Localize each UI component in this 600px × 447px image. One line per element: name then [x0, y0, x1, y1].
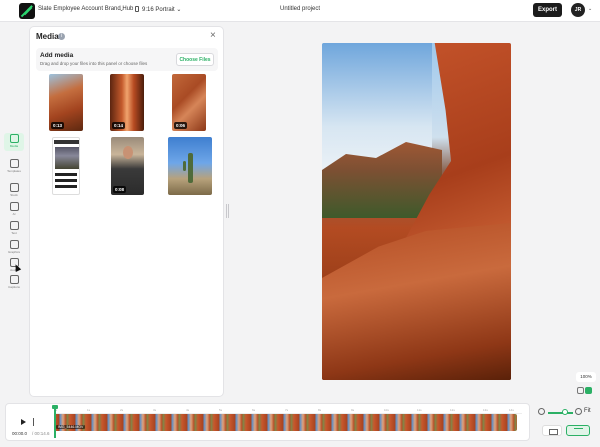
ruler-tick: 8s	[318, 408, 322, 412]
user-avatar[interactable]: JR	[571, 3, 585, 17]
current-time: 00:00.0	[12, 431, 28, 436]
ruler-tick: 3s	[153, 408, 157, 412]
cactus-shape	[183, 161, 186, 171]
aspect-ratio-selector[interactable]: 9:16 Portrait ⌄	[135, 6, 181, 13]
timeline-zoom-control: Fit	[538, 408, 596, 420]
video-canvas[interactable]	[322, 43, 511, 380]
text-icon	[9, 221, 19, 230]
sidebar-item-media[interactable]: Media	[4, 133, 24, 151]
dropzone-hint: Drag and drop your files into this panel…	[40, 61, 148, 66]
sidebar-item-captions[interactable]: Captions	[4, 274, 24, 292]
ruler-tick: 10s	[384, 408, 389, 412]
panel-resize-handle[interactable]	[226, 204, 229, 218]
sidebar-item-text[interactable]: Text	[4, 220, 24, 238]
media-thumbnail[interactable]	[52, 137, 80, 195]
media-icon	[9, 134, 19, 143]
media-panel: Media i × Add media Drag and drop your f…	[29, 26, 224, 397]
ruler-tick: 14s	[509, 408, 514, 412]
sidebar-item-stock[interactable]: Stock	[4, 182, 24, 200]
canvas-zoom-level[interactable]: 100%	[576, 372, 596, 382]
sidebar-item-label: Media	[9, 144, 19, 148]
sidebar-item-label: Graphics	[7, 250, 20, 254]
chevron-down-icon[interactable]: ⌄	[588, 6, 592, 12]
duration-badge: 0:08	[113, 186, 127, 193]
app-logo-icon[interactable]	[19, 3, 35, 19]
play-icon[interactable]	[21, 419, 26, 425]
media-thumbnail[interactable]: 0:13	[49, 74, 83, 131]
media-thumbnail[interactable]	[168, 137, 212, 195]
export-button[interactable]: Export	[533, 3, 562, 17]
person-face	[123, 146, 133, 159]
duration-badge: 0:06	[174, 122, 188, 129]
top-bar: Slate Employee Account Brand Hub ⌄ 9:16 …	[0, 0, 600, 22]
sidebar-item-label: Stock	[10, 193, 18, 197]
split-icon[interactable]	[33, 418, 39, 426]
stock-icon	[9, 183, 19, 192]
close-icon[interactable]: ×	[210, 30, 216, 41]
zoom-slider[interactable]	[548, 412, 573, 414]
captions-icon	[9, 275, 19, 284]
fit-button[interactable]: Fit	[584, 408, 591, 414]
ruler-tick: 7s	[285, 408, 289, 412]
playhead[interactable]	[54, 406, 56, 438]
ruler-tick: 9s	[351, 408, 355, 412]
cactus-shape	[188, 153, 193, 183]
ruler-tick: 13s	[483, 408, 488, 412]
hand-icon[interactable]	[577, 387, 584, 394]
sidebar-item-label: AI	[12, 212, 16, 216]
ruler-tick: 1s	[87, 408, 91, 412]
media-thumbnail[interactable]: 0:08	[111, 137, 144, 195]
info-icon[interactable]: i	[58, 33, 65, 40]
panel-title: Media	[36, 32, 59, 41]
sidebar-item-label: Templates	[7, 169, 21, 173]
sidebar-item-ai[interactable]: AI	[4, 201, 24, 219]
clip-label: IMG_5446.MOV	[56, 425, 86, 429]
project-title[interactable]: Untitled project	[280, 6, 320, 12]
templates-icon	[9, 159, 19, 168]
media-thumbnail[interactable]: 0:06	[172, 74, 206, 131]
canvas-rock-foreground	[322, 223, 511, 380]
sidebar-item-label: Text	[11, 231, 17, 235]
media-thumbnail[interactable]: 0:14	[110, 74, 144, 131]
choose-files-button[interactable]: Choose Files	[176, 53, 214, 66]
sidebar-item-templates[interactable]: Templates	[4, 158, 24, 176]
expanded-view-button[interactable]	[566, 425, 590, 436]
sidebar-item-graphics[interactable]: Graphics	[4, 239, 24, 257]
portrait-icon	[135, 6, 139, 12]
ai-icon	[9, 202, 19, 211]
sidebar-item-label: Captions	[8, 285, 20, 289]
aspect-ratio-label: 9:16 Portrait	[142, 7, 175, 13]
ruler-tick: 12s	[450, 408, 455, 412]
duration-badge: 0:14	[112, 122, 126, 129]
graphics-icon	[9, 240, 19, 249]
zoom-in-icon[interactable]	[575, 408, 582, 415]
zoom-slider-handle[interactable]	[562, 409, 568, 415]
ruler-tick: 6s	[252, 408, 256, 412]
duration-badge: 0:13	[51, 122, 65, 129]
ruler-tick: 2s	[120, 408, 124, 412]
ruler-tick: 5s	[219, 408, 223, 412]
zoom-out-icon[interactable]	[538, 408, 545, 415]
compact-view-button[interactable]	[542, 425, 562, 436]
ruler-tick: 11s	[417, 408, 422, 412]
total-duration: / 00:14.6	[32, 431, 50, 436]
ruler-tick: 4s	[186, 408, 190, 412]
timeline: 00:00.0 / 00:14.6 0s 1s 2s 3s 4s 5s 6s 7…	[5, 403, 530, 441]
upload-dropzone[interactable]: Add media Drag and drop your files into …	[36, 48, 218, 71]
dropzone-title: Add media	[40, 52, 74, 59]
select-icon[interactable]	[585, 387, 592, 394]
chevron-down-icon[interactable]: ⌄	[119, 6, 124, 13]
video-track-clip[interactable]: IMG_5446.MOV	[54, 414, 517, 431]
